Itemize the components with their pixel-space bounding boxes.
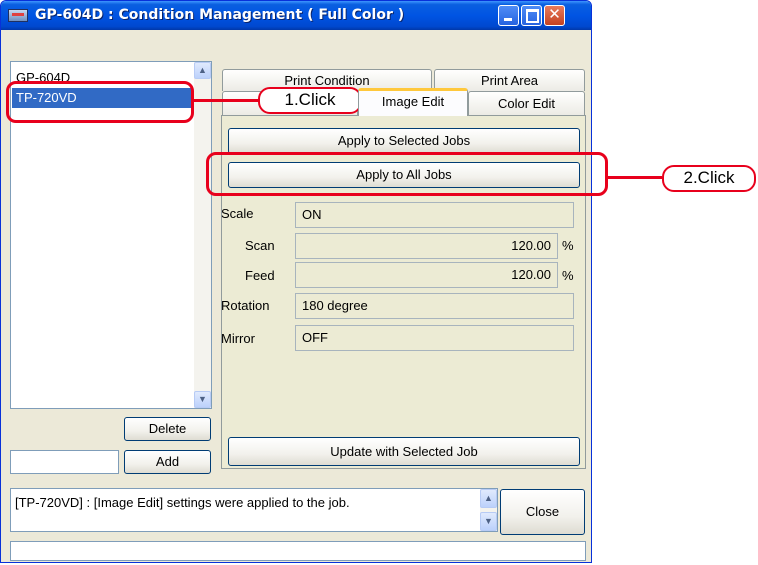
feed-label: Feed: [245, 268, 275, 283]
status-message-box: [TP-720VD] : [Image Edit] settings were …: [10, 488, 498, 532]
rotation-label: Rotation: [221, 298, 270, 313]
scan-value: 120.00: [295, 233, 558, 259]
mirror-value: OFF: [295, 325, 574, 351]
scan-label: Scan: [245, 238, 275, 253]
step2-connector: [608, 176, 662, 179]
maximize-button[interactable]: [521, 5, 542, 26]
window-title: GP-604D : Condition Management ( Full Co…: [35, 7, 405, 23]
step1-connector: [194, 99, 258, 102]
step2-callout: 2.Click: [662, 165, 756, 192]
step1-highlight: [6, 81, 194, 123]
status-bar: [10, 541, 586, 561]
rotation-value: 180 degree: [295, 293, 574, 319]
close-window-button[interactable]: ✕: [544, 5, 565, 26]
scale-value: ON: [295, 202, 574, 228]
list-scrollbar[interactable]: ▲ ▼: [194, 62, 211, 408]
status-scroll-down-icon[interactable]: ▼: [480, 512, 497, 531]
status-message: [TP-720VD] : [Image Edit] settings were …: [15, 495, 350, 510]
scale-label: Scale: [221, 206, 254, 221]
add-button[interactable]: Add: [124, 450, 211, 474]
status-scrollbar[interactable]: ▲ ▼: [480, 489, 497, 531]
close-icon: ✕: [548, 5, 561, 23]
tab-color-edit[interactable]: Color Edit: [468, 91, 585, 115]
scroll-down-icon[interactable]: ▼: [194, 391, 211, 408]
tab-image-edit[interactable]: Image Edit: [358, 88, 468, 116]
delete-button[interactable]: Delete: [124, 417, 211, 441]
close-button[interactable]: Close: [500, 489, 585, 535]
printer-name-input[interactable]: [10, 450, 119, 474]
printer-app-icon: [8, 9, 28, 22]
step1-callout: 1.Click: [258, 87, 362, 114]
scroll-up-icon[interactable]: ▲: [194, 62, 211, 79]
feed-unit: %: [562, 268, 574, 283]
status-scroll-up-icon[interactable]: ▲: [480, 489, 497, 508]
minimize-button[interactable]: [498, 5, 519, 26]
apply-to-selected-jobs-button[interactable]: Apply to Selected Jobs: [228, 128, 580, 154]
title-bar[interactable]: GP-604D : Condition Management ( Full Co…: [1, 1, 591, 30]
step2-highlight: [206, 152, 608, 196]
mirror-label: Mirror: [221, 331, 255, 346]
feed-value: 120.00: [295, 262, 558, 288]
scan-unit: %: [562, 238, 574, 253]
update-with-selected-job-button[interactable]: Update with Selected Job: [228, 437, 580, 466]
